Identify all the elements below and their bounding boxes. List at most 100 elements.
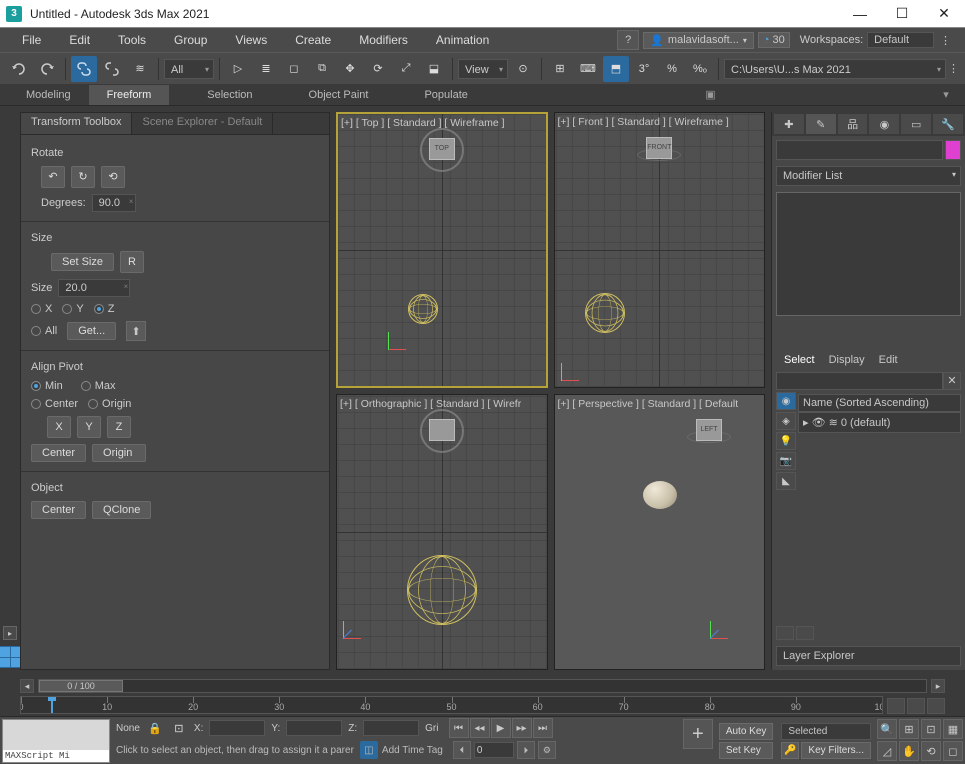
time-next[interactable]: ▸	[931, 679, 945, 693]
snap-toggle-button[interactable]: ⬒	[603, 56, 629, 82]
set-key-button[interactable]: Set Key	[719, 742, 774, 759]
rotate-reset-button[interactable]: ⟲	[101, 166, 125, 188]
object-center-button[interactable]: Center	[31, 501, 86, 519]
menu-views[interactable]: Views	[221, 28, 281, 52]
redo-button[interactable]	[34, 56, 60, 82]
ruler-mode-1[interactable]	[887, 698, 905, 714]
viewport-perspective[interactable]: [+] [ Perspective ] [ Standard ] [ Defau…	[554, 394, 766, 670]
key-prev[interactable]: ⏴	[453, 741, 471, 759]
create-tab[interactable]: ✚	[774, 114, 804, 134]
radio-x[interactable]	[31, 304, 41, 314]
zoom-icon[interactable]: 🔍	[877, 719, 897, 739]
radio-center[interactable]	[31, 399, 41, 409]
spinner-snap-button[interactable]: %ₒ	[687, 56, 713, 82]
size-spinner[interactable]: 20.0	[58, 279, 130, 297]
next-frame[interactable]: ▸▸	[512, 718, 532, 738]
ribbon-freeform[interactable]: Freeform	[89, 85, 170, 105]
object-color-swatch[interactable]	[945, 140, 961, 160]
radio-y[interactable]	[62, 304, 72, 314]
se-filter-all[interactable]: ◉	[776, 392, 796, 410]
goto-end[interactable]: ⏭	[533, 718, 553, 738]
help-icon[interactable]: ?	[617, 30, 639, 50]
select-by-name-button[interactable]: ≣	[253, 56, 279, 82]
ribbon-selection[interactable]: Selection	[189, 85, 270, 105]
time-thumb[interactable]: 0 / 100	[39, 680, 123, 692]
se-tab-select[interactable]: Select	[784, 354, 815, 366]
expand-gutter-button[interactable]: ▸	[3, 626, 17, 640]
toolbar-overflow[interactable]: ⋮	[948, 62, 959, 75]
coord-y[interactable]	[286, 720, 342, 736]
radio-origin[interactable]	[88, 399, 98, 409]
le-toggle-2[interactable]	[796, 626, 814, 640]
modifier-list-dropdown[interactable]: Modifier List	[776, 166, 961, 186]
rotate-button[interactable]: ⟳	[365, 56, 391, 82]
tab-transform-toolbox[interactable]: Transform Toolbox	[21, 113, 132, 134]
ribbon-object-paint[interactable]: Object Paint	[291, 85, 387, 105]
menu-edit[interactable]: Edit	[55, 28, 104, 52]
placement-button[interactable]: ⬓	[421, 56, 447, 82]
link-button[interactable]	[71, 56, 97, 82]
menu-group[interactable]: Group	[160, 28, 221, 52]
object-qclone-button[interactable]: QClone	[92, 501, 151, 519]
le-toggle-1[interactable]	[776, 626, 794, 640]
prev-frame[interactable]: ◂◂	[470, 718, 490, 738]
move-button[interactable]: ✥	[337, 56, 363, 82]
viewport-front[interactable]: [+] [ Front ] [ Standard ] [ Wireframe ]…	[554, 112, 766, 388]
motion-tab[interactable]: ◉	[869, 114, 899, 134]
radio-min[interactable]	[31, 381, 41, 391]
selection-filter-dropdown[interactable]: All	[164, 59, 214, 79]
window-crossing-button[interactable]: ⧉	[309, 56, 335, 82]
goto-start[interactable]: ⏮	[449, 718, 469, 738]
size-r-button[interactable]: R	[120, 251, 144, 273]
get-button[interactable]: Get...	[67, 322, 116, 340]
radio-z[interactable]	[94, 304, 104, 314]
se-list[interactable]: ▸ 👁 ≋ 0 (default)	[798, 412, 961, 433]
viewcube-front[interactable]: FRONT	[634, 129, 684, 169]
zoom-extents-icon[interactable]: ⊡	[921, 719, 941, 739]
se-filter-helper[interactable]: ◣	[776, 472, 796, 490]
scale-button[interactable]: ⤢	[393, 56, 419, 82]
viewport-top[interactable]: [+] [ Top ] [ Standard ] [ Wireframe ] T…	[336, 112, 548, 388]
pan-icon[interactable]: ✋	[899, 741, 919, 761]
menu-modifiers[interactable]: Modifiers	[345, 28, 422, 52]
workspace-dropdown[interactable]: Default	[867, 32, 934, 48]
select-object-button[interactable]: ▷	[225, 56, 251, 82]
bind-space-warp-button[interactable]: ≋	[127, 56, 153, 82]
angle-snap-button[interactable]: 3°	[631, 56, 657, 82]
isolate-icon[interactable]: ⊡	[170, 720, 188, 736]
manipulate-button[interactable]: ⊞	[547, 56, 573, 82]
zoom-extents-all-icon[interactable]: ▦	[943, 719, 963, 739]
percent-snap-button[interactable]: %	[659, 56, 685, 82]
maximize-button[interactable]: ☐	[881, 0, 923, 28]
size-up-button[interactable]: ⬆	[126, 321, 146, 341]
frame-field[interactable]	[474, 742, 514, 758]
utilities-tab[interactable]: 🔧	[933, 114, 963, 134]
key-filters-button[interactable]: Key Filters...	[801, 742, 871, 759]
object-name-field[interactable]	[776, 140, 943, 160]
key-filter-icon[interactable]: 🔑	[781, 742, 799, 759]
se-filter-camera[interactable]: 📷	[776, 452, 796, 470]
se-filter-geometry[interactable]: ◈	[776, 412, 796, 430]
keyboard-shortcut-button[interactable]: ⌨	[575, 56, 601, 82]
play[interactable]: ▶	[491, 718, 511, 738]
menu-animation[interactable]: Animation	[422, 28, 503, 52]
ribbon-modeling[interactable]: Modeling	[8, 85, 89, 105]
se-filter-light[interactable]: 💡	[776, 432, 796, 450]
close-button[interactable]: ✕	[923, 0, 965, 28]
project-path-dropdown[interactable]: C:\Users\U...s Max 2021	[724, 59, 946, 79]
time-track[interactable]: 0 / 100	[38, 679, 927, 693]
vp-front-label[interactable]: [+] [ Front ] [ Standard ] [ Wireframe ]	[558, 116, 729, 128]
time-marker[interactable]	[51, 697, 53, 714]
key-next[interactable]: ⏵	[517, 741, 535, 759]
fov-icon[interactable]: ◿	[877, 741, 897, 761]
cloud-credits[interactable]: ◔ 30	[758, 32, 790, 48]
align-origin-button[interactable]: Origin	[92, 444, 146, 462]
zoom-all-icon[interactable]: ⊞	[899, 719, 919, 739]
menu-overflow[interactable]: ⋮	[934, 34, 957, 47]
ribbon-minimize-icon[interactable]: ▾	[935, 86, 957, 104]
viewcube-persp[interactable]: LEFT	[684, 411, 734, 451]
rotate-ccw-button[interactable]: ↶	[41, 166, 65, 188]
align-z-button[interactable]: Z	[107, 416, 131, 438]
display-tab[interactable]: ▭	[901, 114, 931, 134]
set-key-large[interactable]: +	[683, 719, 713, 749]
